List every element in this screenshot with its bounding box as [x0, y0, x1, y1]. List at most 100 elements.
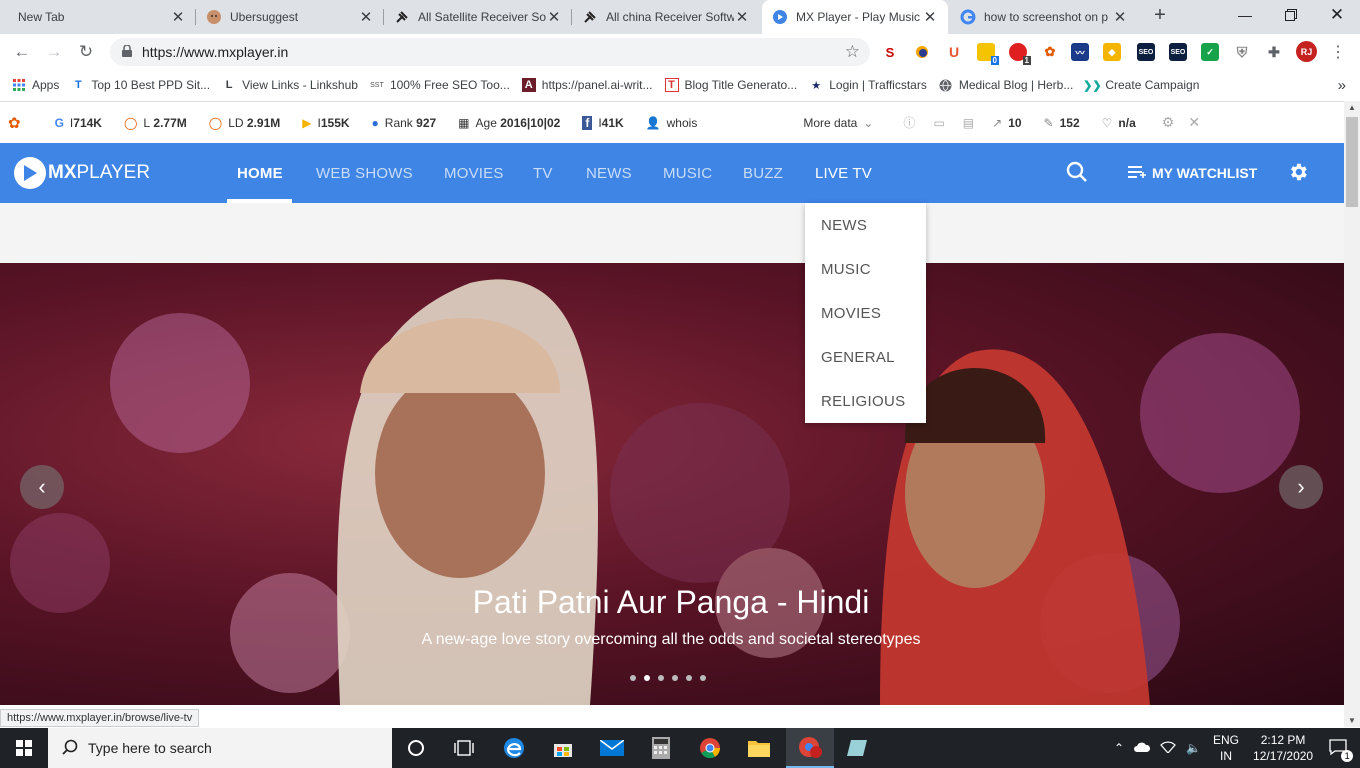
close-icon[interactable]: ✕: [546, 8, 562, 26]
bookmark-ai-writer[interactable]: A https://panel.ai-writ...: [521, 78, 653, 92]
windows-start-icon[interactable]: [0, 728, 48, 768]
reload-icon[interactable]: ↻: [74, 41, 98, 63]
carousel-prev-button[interactable]: ‹: [20, 465, 64, 509]
carousel-dot[interactable]: [644, 675, 650, 681]
taskbar-search-box[interactable]: Type here to search: [48, 728, 392, 768]
seo-external-links[interactable]: ↗ 10: [992, 116, 1021, 130]
gear-icon[interactable]: [1287, 161, 1309, 186]
seo-na[interactable]: ♡ n/a: [1102, 116, 1136, 130]
profile-avatar[interactable]: RJ: [1296, 41, 1317, 62]
carousel-dots[interactable]: [630, 675, 714, 681]
nav-music[interactable]: MUSIC: [663, 143, 712, 203]
language-indicator[interactable]: ENG IN: [1213, 732, 1239, 764]
close-icon[interactable]: ✕: [1112, 8, 1128, 26]
close-icon[interactable]: ✕: [170, 8, 186, 26]
address-bar[interactable]: https://www.mxplayer.in ☆: [110, 38, 870, 66]
seo-linking-domains[interactable]: ◯ LD 2.91M: [209, 116, 280, 130]
tab-china-receiver[interactable]: All china Receiver Softw ✕: [572, 0, 760, 34]
live-tv-menu-general[interactable]: GENERAL: [805, 335, 926, 379]
diamond-extension-icon[interactable]: ◆: [1103, 43, 1121, 61]
carousel-dot[interactable]: [658, 675, 664, 681]
chrome-icon[interactable]: [686, 728, 734, 768]
seo-bing-index[interactable]: ▶ I 155K: [302, 116, 349, 130]
new-tab-button[interactable]: +: [1149, 5, 1171, 27]
seo-rank[interactable]: ● Rank 927: [372, 116, 437, 130]
store-icon[interactable]: [539, 728, 587, 768]
sticky-notes-icon[interactable]: [834, 728, 882, 768]
seo-age[interactable]: ▦ Age 2016|10|02: [458, 116, 560, 130]
seo-pages[interactable]: ✎ 152: [1044, 116, 1080, 130]
search-icon[interactable]: [1066, 161, 1088, 186]
carousel-next-button[interactable]: ›: [1279, 465, 1323, 509]
puzzle-icon[interactable]: ✚: [1265, 43, 1283, 61]
bookmark-trafficstars[interactable]: ★ Login | Trafficstars: [809, 78, 927, 92]
document-icon[interactable]: ▤: [963, 116, 974, 130]
task-view-icon[interactable]: [440, 728, 488, 768]
seoquake-logo-icon[interactable]: ✿: [8, 114, 21, 132]
seo-facebook[interactable]: f I 41K: [582, 115, 624, 130]
info-icon[interactable]: ⓘ: [903, 114, 915, 131]
forward-icon[interactable]: →: [42, 41, 66, 63]
close-icon[interactable]: ✕: [1188, 114, 1200, 131]
close-icon[interactable]: ✕: [358, 8, 374, 26]
calculator-icon[interactable]: [637, 728, 685, 768]
shield-extension-icon[interactable]: ⛨: [1233, 43, 1251, 61]
carousel-dot[interactable]: [630, 675, 636, 681]
carousel-dot[interactable]: [700, 675, 706, 681]
ubersuggest-extension-icon[interactable]: U: [945, 43, 963, 61]
clock[interactable]: 2:12 PM 12/17/2020: [1253, 732, 1313, 764]
bookmark-blog-title[interactable]: T Blog Title Generato...: [664, 78, 797, 92]
onedrive-icon[interactable]: [1134, 741, 1151, 755]
seo-extension-icon[interactable]: SEO: [1169, 43, 1187, 61]
mail-icon[interactable]: [588, 728, 636, 768]
close-icon[interactable]: ✕: [922, 8, 938, 26]
carousel-dot[interactable]: [672, 675, 678, 681]
opera-extension-icon[interactable]: 1: [1009, 43, 1031, 65]
file-explorer-icon[interactable]: [735, 728, 783, 768]
nav-home[interactable]: HOME: [237, 143, 283, 203]
nav-live-tv[interactable]: LIVE TV: [815, 143, 872, 203]
bookmark-star-icon[interactable]: ☆: [845, 42, 860, 62]
nav-movies[interactable]: MOVIES: [444, 143, 504, 203]
seo-whois[interactable]: 👤 whois: [646, 116, 698, 130]
bookmarks-overflow-icon[interactable]: »: [1338, 77, 1346, 94]
restore-icon[interactable]: [1268, 0, 1314, 30]
leaf-extension-icon[interactable]: ✿: [1041, 43, 1059, 61]
close-icon[interactable]: ✕: [734, 8, 750, 26]
seo-google-index[interactable]: G I 714K: [55, 116, 102, 130]
chrome-profile-icon[interactable]: [786, 728, 834, 768]
live-tv-menu-news[interactable]: NEWS: [805, 203, 926, 247]
kebab-menu-icon[interactable]: ⋮: [1326, 41, 1350, 63]
back-icon[interactable]: ←: [10, 41, 34, 63]
page-scrollbar[interactable]: ▲ ▼: [1344, 101, 1360, 727]
bookmark-seo-tools[interactable]: SST 100% Free SEO Too...: [370, 78, 510, 92]
live-tv-menu-movies[interactable]: MOVIES: [805, 291, 926, 335]
scroll-down-icon[interactable]: ▼: [1348, 716, 1356, 725]
tab-ubersuggest[interactable]: Ubersuggest ✕: [196, 0, 384, 34]
tab-mx-player[interactable]: MX Player - Play Music ✕: [762, 0, 948, 34]
minimize-icon[interactable]: —: [1222, 0, 1268, 30]
monitor-icon[interactable]: ▭: [933, 116, 944, 130]
live-tv-menu-music[interactable]: MUSIC: [805, 247, 926, 291]
volume-icon[interactable]: 🔈: [1186, 741, 1201, 755]
hero-title[interactable]: Pati Patni Aur Panga - Hindi: [0, 584, 1342, 621]
tracking-extension-icon[interactable]: 0: [977, 43, 999, 65]
gear-icon[interactable]: ⚙: [1162, 114, 1175, 131]
seo-more-data-dropdown[interactable]: More data ⌄: [803, 116, 873, 130]
bookmark-medical-blog[interactable]: Medical Blog | Herb...: [939, 78, 1073, 92]
grammar-extension-icon[interactable]: ✓: [1201, 43, 1219, 61]
tab-satellite-receiver[interactable]: All Satellite Receiver So ✕: [384, 0, 572, 34]
hero-carousel[interactable]: ‹ › Pati Patni Aur Panga - Hindi A new-a…: [0, 263, 1344, 705]
bookmark-create-campaign[interactable]: ❯❯ Create Campaign: [1083, 78, 1199, 92]
nav-news[interactable]: NEWS: [586, 143, 632, 203]
bookmark-ppd-sites[interactable]: T Top 10 Best PPD Sit...: [71, 78, 210, 92]
my-watchlist-button[interactable]: MY WATCHLIST: [1128, 143, 1257, 203]
tracker-extension-icon[interactable]: [913, 43, 931, 61]
nav-buzz[interactable]: BUZZ: [743, 143, 783, 203]
carousel-dot[interactable]: [686, 675, 692, 681]
seo-quake-extension-icon[interactable]: S: [881, 43, 899, 61]
wifi-icon[interactable]: [1160, 741, 1176, 756]
tab-google-search[interactable]: how to screenshot on p ✕: [950, 0, 1138, 34]
tab-new-tab[interactable]: New Tab ✕: [8, 0, 196, 34]
seo-extension-icon[interactable]: SEO: [1137, 43, 1155, 61]
